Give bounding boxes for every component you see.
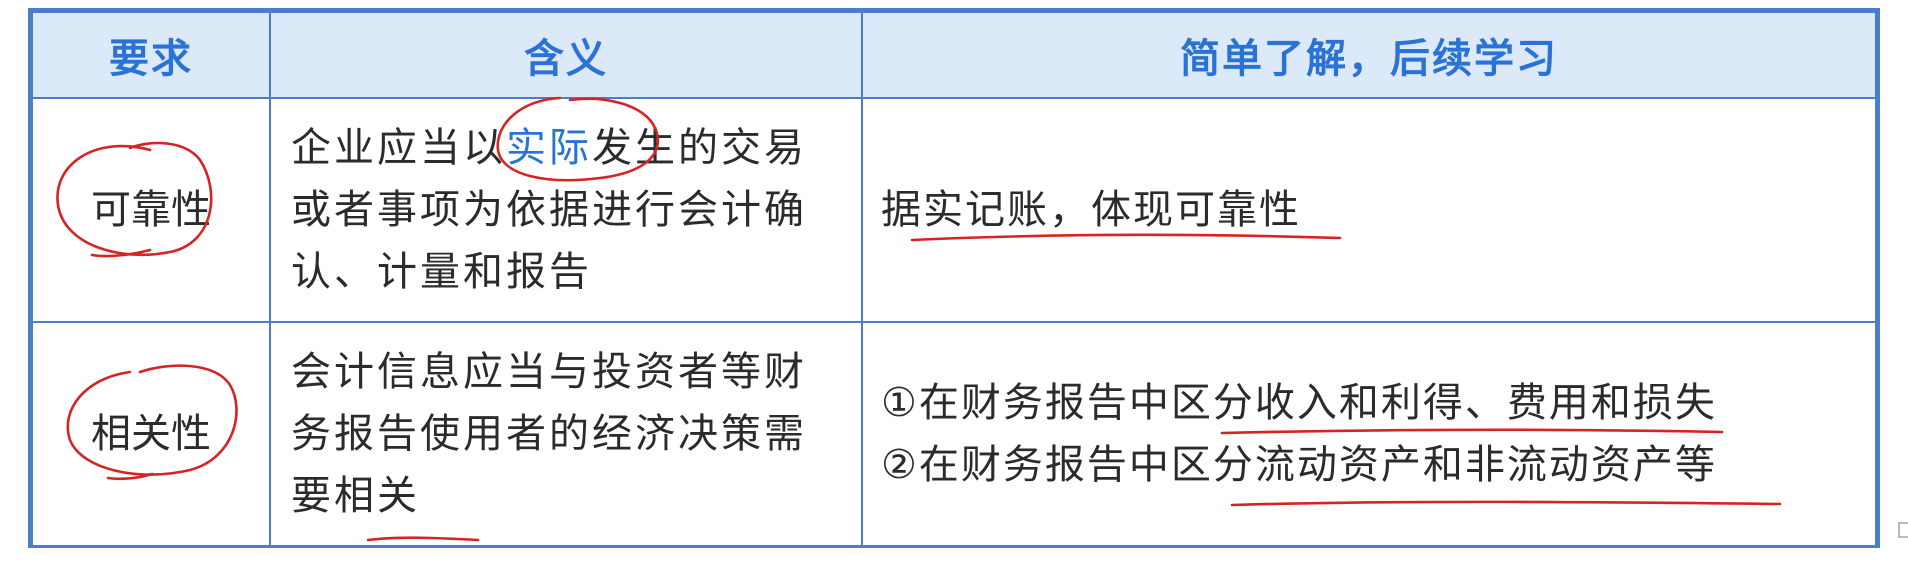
meaning-text: 会计信息应当与投资者等财务报告使用者的经济决策需要相关 <box>291 349 807 519</box>
note-line: ②在财务报告中区分流动资产和非流动资产等 <box>881 442 1717 488</box>
accounting-principles-table: 要求 含义 简单了解，后续学习 可靠性 企业应当以实际发生的交易或者事项为依据进… <box>28 8 1880 548</box>
meaning-cell: 企业应当以实际发生的交易或者事项为依据进行会计确认、计量和报告 <box>269 97 863 323</box>
header-requirement: 要求 <box>31 11 271 99</box>
note-line: 据实记账，体现可靠性 <box>881 187 1301 233</box>
header-notes: 简单了解，后续学习 <box>861 11 1877 99</box>
requirement-cell: 可靠性 <box>31 97 271 323</box>
note-line: ①在财务报告中区分收入和利得、费用和损失 <box>881 380 1717 426</box>
table-row-relevance: 相关性 会计信息应当与投资者等财务报告使用者的经济决策需要相关 ①在财务报告中区… <box>31 321 1877 547</box>
notes-cell: 据实记账，体现可靠性 <box>861 97 1877 323</box>
table-row-reliability: 可靠性 企业应当以实际发生的交易或者事项为依据进行会计确认、计量和报告 据实记账… <box>31 97 1877 323</box>
requirement-cell: 相关性 <box>31 321 271 547</box>
meaning-cell: 会计信息应当与投资者等财务报告使用者的经济决策需要相关 <box>269 321 863 547</box>
header-meaning: 含义 <box>269 11 863 99</box>
table-header-row: 要求 含义 简单了解，后续学习 <box>31 11 1877 99</box>
edge-mark <box>1898 522 1908 538</box>
meaning-highlight: 实际 <box>506 125 592 171</box>
notes-cell: ①在财务报告中区分收入和利得、费用和损失 ②在财务报告中区分流动资产和非流动资产… <box>861 321 1877 547</box>
meaning-text: 企业应当以 <box>291 125 506 171</box>
principles-table-grid: 要求 含义 简单了解，后续学习 可靠性 企业应当以实际发生的交易或者事项为依据进… <box>31 11 1877 547</box>
